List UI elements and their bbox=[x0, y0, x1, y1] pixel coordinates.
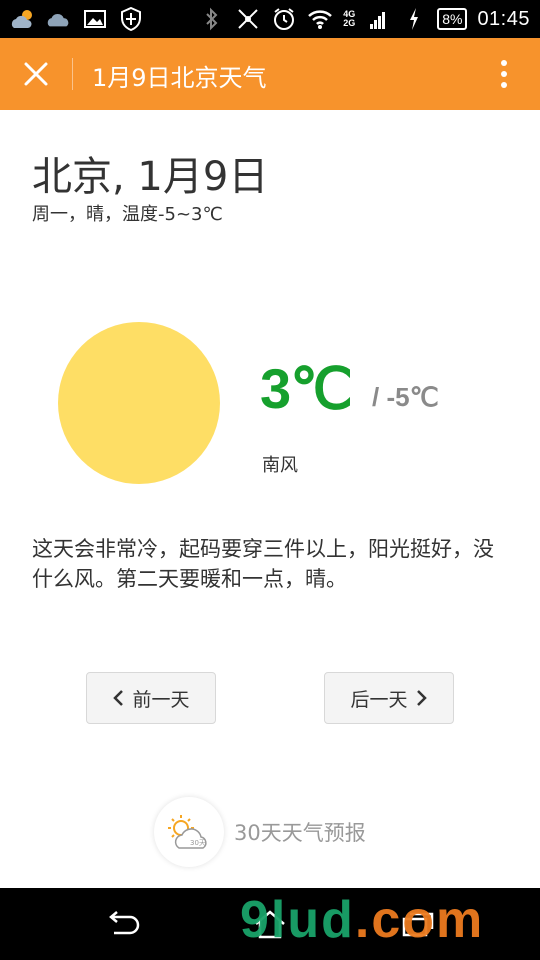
status-bar: 4G 2G 8% 01:45 bbox=[0, 0, 540, 38]
forecast-30-day-link[interactable]: 30天 30天天气预报 bbox=[154, 796, 366, 868]
weather-description: 这天会非常冷，起码要穿三件以上，阳光挺好，没什么风。第二天要暖和一点，晴。 bbox=[32, 537, 494, 591]
bluetooth-icon bbox=[199, 6, 225, 32]
image-icon bbox=[82, 6, 108, 32]
close-button[interactable] bbox=[18, 56, 54, 92]
chevron-left-icon bbox=[113, 690, 124, 706]
forecast-icon-label: 30天 bbox=[190, 839, 206, 847]
page-title: 1月9日北京天气 bbox=[92, 64, 267, 92]
watermark-main: 9lud bbox=[240, 891, 355, 949]
more-vertical-icon bbox=[501, 60, 507, 88]
network-2g-label: 2G bbox=[343, 18, 356, 28]
cloud-icon bbox=[46, 6, 72, 32]
more-options-button[interactable] bbox=[486, 56, 522, 92]
prev-day-button[interactable]: 前一天 bbox=[86, 672, 216, 724]
weather-cloud-sun-icon bbox=[10, 6, 36, 32]
forecast-cloud-sun-icon: 30天 bbox=[154, 797, 224, 867]
sun-icon bbox=[58, 322, 220, 484]
wind-direction: 南风 bbox=[262, 455, 298, 476]
charging-icon bbox=[401, 6, 427, 32]
weather-summary: 周一，晴，温度-5~3℃ bbox=[32, 204, 223, 225]
watermark-logo: 9lud.com bbox=[240, 890, 484, 950]
high-temperature: 3℃ bbox=[260, 357, 353, 420]
forecast-30-day-label: 30天天气预报 bbox=[234, 821, 366, 845]
app-bar-divider bbox=[72, 58, 73, 90]
low-temperature: / -5℃ bbox=[372, 382, 439, 412]
alarm-icon bbox=[271, 6, 297, 32]
wifi-icon bbox=[307, 6, 333, 32]
close-icon bbox=[24, 62, 48, 86]
mute-icon bbox=[235, 6, 261, 32]
city-date-heading: 北京, 1月9日 bbox=[32, 154, 269, 200]
app-bar: 1月9日北京天气 bbox=[0, 38, 540, 110]
prev-day-label: 前一天 bbox=[132, 688, 190, 711]
clock: 01:45 bbox=[477, 7, 530, 30]
network-type: 4G 2G bbox=[343, 10, 355, 28]
shield-icon bbox=[118, 6, 144, 32]
chevron-right-icon bbox=[416, 690, 427, 706]
signal-icon bbox=[365, 6, 391, 32]
back-icon bbox=[109, 911, 140, 935]
battery-level: 8% bbox=[437, 8, 468, 30]
next-day-label: 后一天 bbox=[350, 688, 408, 711]
watermark-suffix: .com bbox=[354, 891, 485, 949]
back-button[interactable] bbox=[92, 904, 152, 944]
next-day-button[interactable]: 后一天 bbox=[324, 672, 454, 724]
